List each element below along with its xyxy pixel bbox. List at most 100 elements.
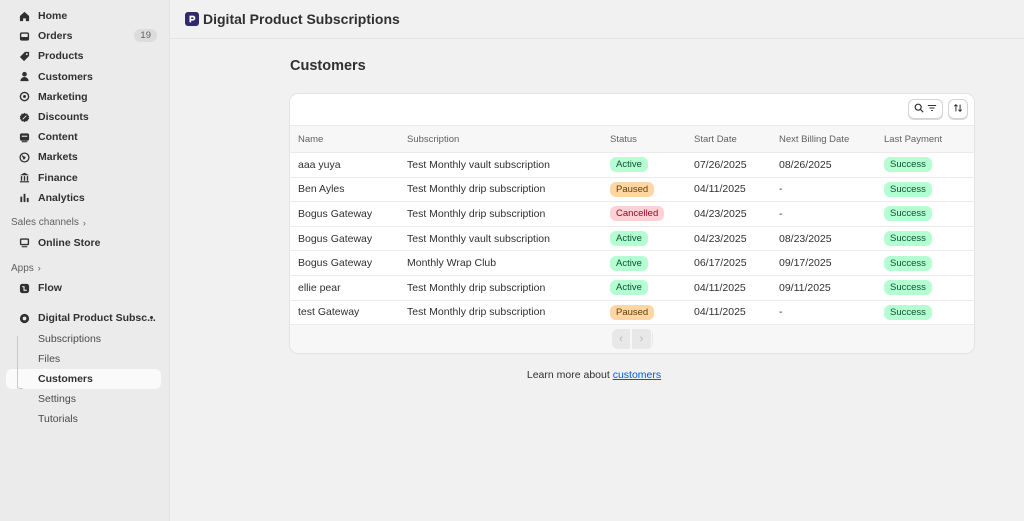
table-row[interactable]: Bogus Gateway Test Monthly drip subscrip…	[290, 202, 974, 227]
previous-page-button[interactable]: ‹	[612, 329, 632, 350]
nav-label: Customers	[38, 70, 93, 83]
cell-start-date: 04/11/2025	[694, 183, 746, 196]
subnav-subscriptions[interactable]: Subscriptions	[6, 328, 161, 348]
subnav-label: Settings	[38, 393, 76, 406]
cell-name: aaa yuya	[298, 158, 341, 171]
apps-heading[interactable]: Apps ›	[0, 258, 169, 278]
subnav-settings[interactable]: Settings	[6, 389, 161, 409]
search-filter-button[interactable]	[908, 99, 943, 119]
cell-name: Bogus Gateway	[298, 207, 373, 220]
cell-next-billing-date: 09/11/2025	[779, 281, 831, 294]
column-header-subscription[interactable]: Subscription	[399, 126, 602, 153]
cell-subscription: Test Monthly drip subscription	[407, 306, 546, 319]
subnav-tutorials[interactable]: Tutorials	[6, 409, 161, 429]
chevron-left-icon: ‹	[612, 329, 631, 350]
nav-marketing[interactable]: Marketing	[6, 87, 161, 107]
cell-next-billing-date: -	[779, 306, 783, 319]
nav-finance[interactable]: Finance	[6, 168, 161, 188]
table-row[interactable]: Bogus Gateway Monthly Wrap Club Active 0…	[290, 251, 974, 276]
nav-label: Finance	[38, 171, 78, 184]
table-row[interactable]: aaa yuya Test Monthly vault subscription…	[290, 153, 974, 178]
sort-icon	[953, 103, 963, 116]
nav-label: Products	[38, 50, 84, 63]
tag-icon	[18, 50, 30, 62]
nav-content[interactable]: Content	[6, 127, 161, 147]
nav-label: Orders	[38, 30, 73, 43]
nav-flow[interactable]: Flow	[6, 278, 161, 298]
column-header-next-billing-date[interactable]: Next Billing Date	[771, 126, 876, 153]
table-row[interactable]: test Gateway Test Monthly drip subscript…	[290, 300, 974, 325]
globe-icon	[18, 151, 30, 163]
cell-next-billing-date: -	[779, 207, 783, 220]
nav-label: Analytics	[38, 191, 85, 204]
payment-badge: Success	[884, 304, 932, 320]
nav-online-store[interactable]: Online Store	[6, 233, 161, 253]
payment-badge: Success	[884, 280, 932, 296]
cell-next-billing-date: 08/23/2025	[779, 232, 832, 245]
nav-label: Digital Product Subsc...	[38, 312, 156, 325]
learn-more-prefix: Learn more about	[526, 369, 610, 381]
cell-subscription: Monthly Wrap Club	[407, 257, 497, 270]
table-row[interactable]: Bogus Gateway Test Monthly vault subscri…	[290, 226, 974, 251]
nav-label: Home	[38, 10, 68, 23]
person-icon	[18, 71, 30, 83]
cell-subscription: Test Monthly drip subscription	[407, 281, 546, 294]
filter-icon	[927, 103, 937, 116]
status-badge: Active	[610, 255, 648, 271]
subnav-label: Tutorials	[38, 413, 78, 426]
chevron-right-icon: ›	[37, 263, 41, 274]
subnav-label: Files	[38, 352, 61, 365]
table-header-row: Name Subscription Status Start Date Next…	[290, 125, 974, 153]
target-icon	[18, 91, 30, 103]
column-header-name[interactable]: Name	[290, 126, 399, 153]
cell-next-billing-date: 09/17/2025	[779, 257, 832, 270]
nav-analytics[interactable]: Analytics	[6, 188, 161, 208]
inbox-icon	[18, 30, 30, 42]
nav-products[interactable]: Products	[6, 46, 161, 66]
pagination: ‹ ›	[612, 329, 653, 350]
status-badge: Active	[610, 157, 648, 173]
customers-table: Name Subscription Status Start Date Next…	[290, 125, 974, 325]
sales-channels-heading[interactable]: Sales channels ›	[0, 213, 169, 233]
column-header-status[interactable]: Status	[602, 126, 686, 153]
next-page-button[interactable]: ›	[632, 329, 652, 350]
nav-label: Marketing	[38, 90, 88, 103]
cell-start-date: 07/26/2025	[694, 158, 747, 171]
bank-icon	[18, 172, 30, 184]
status-badge: Active	[610, 280, 648, 296]
nav-app-digital-product-subscriptions[interactable]: Digital Product Subsc...	[6, 308, 161, 328]
status-badge: Paused	[610, 304, 655, 320]
subnav-label: Subscriptions	[38, 332, 102, 345]
content-icon	[18, 131, 30, 143]
subnav-files[interactable]: Files	[6, 349, 161, 369]
orders-count-badge: 19	[134, 29, 157, 43]
payment-badge: Success	[884, 157, 932, 173]
status-badge: Active	[610, 231, 648, 247]
cell-next-billing-date: 08/26/2025	[779, 158, 832, 171]
table-row[interactable]: Ben Ayles Test Monthly drip subscription…	[290, 177, 974, 202]
tree-connector-hook	[17, 383, 23, 389]
learn-more-customers-link[interactable]: customers	[613, 369, 661, 381]
nav-customers[interactable]: Customers	[6, 67, 161, 87]
sort-button[interactable]	[948, 99, 968, 119]
nav-markets[interactable]: Markets	[6, 147, 161, 167]
nav-discounts[interactable]: Discounts	[6, 107, 161, 127]
app-header: Digital Product Subscriptions	[170, 0, 1024, 39]
sidebar: Home Orders 19 Products Customers Market…	[0, 0, 170, 521]
payment-badge: Success	[884, 255, 932, 271]
nav-home[interactable]: Home	[6, 6, 161, 26]
payment-badge: Success	[884, 231, 932, 247]
chevron-right-icon: ›	[632, 329, 652, 350]
discount-icon	[18, 111, 30, 123]
column-header-last-payment[interactable]: Last Payment	[876, 126, 974, 153]
column-header-start-date[interactable]: Start Date	[686, 126, 771, 153]
learn-more-text: Learn more about customers	[0, 369, 1024, 381]
cell-start-date: 04/11/2025	[694, 281, 746, 294]
table-row[interactable]: ellie pear Test Monthly drip subscriptio…	[290, 275, 974, 301]
search-icon	[914, 103, 924, 116]
cell-subscription: Test Monthly vault subscription	[407, 232, 550, 245]
nav-orders[interactable]: Orders 19	[6, 26, 161, 46]
app-logo-icon	[185, 12, 199, 26]
cell-subscription: Test Monthly drip subscription	[407, 207, 546, 220]
payment-badge: Success	[884, 181, 932, 197]
